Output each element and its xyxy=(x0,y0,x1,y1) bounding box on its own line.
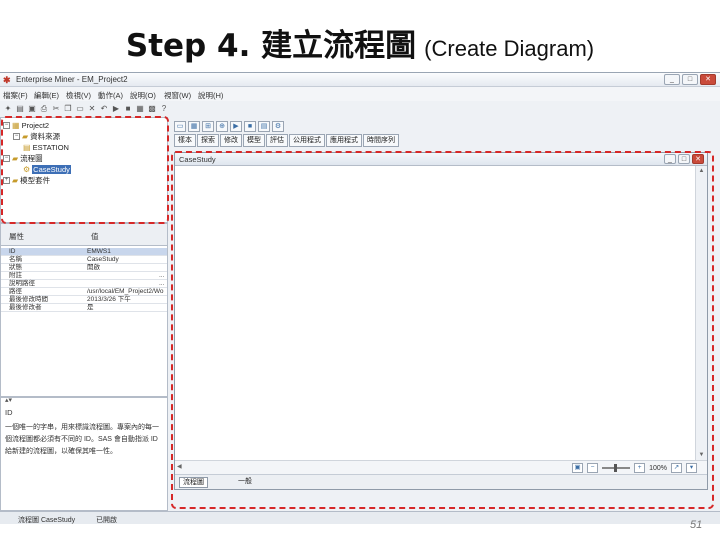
settings-icon[interactable]: ⚙ xyxy=(272,120,284,132)
ellipsis-button[interactable]: ... xyxy=(159,280,164,287)
diagram-toolbar: ▭ ▦ ⊞ ⊕ ▶ ■ ▤ ⚙ xyxy=(174,119,710,133)
tab-applications[interactable]: 應用程式 xyxy=(326,134,362,147)
maximize-button[interactable]: □ xyxy=(682,74,698,85)
status-diagram-label: 流程圖 CaseStudy xyxy=(18,517,76,524)
page-number: 51 xyxy=(690,519,703,531)
window-controls: _ □ ✕ xyxy=(664,74,716,85)
menu-edit[interactable]: 編輯(E) xyxy=(34,90,59,101)
property-row-help-path[interactable]: 說明路徑 ... xyxy=(1,280,167,288)
property-value: 開啟 xyxy=(87,264,100,271)
property-row-id[interactable]: ID EMWS1 xyxy=(1,248,167,256)
description-text: 一個唯一的字串，用來標識流程圖。專案內的每一個流程圖都必須有不同的 ID。SAS… xyxy=(5,424,159,455)
run-icon[interactable]: ▶ xyxy=(111,104,121,114)
layout-icon[interactable]: ⊞ xyxy=(202,120,214,132)
property-value: CaseStudy xyxy=(87,256,119,263)
menu-window[interactable]: 視窗(W) xyxy=(164,90,191,101)
property-name: ID xyxy=(9,248,16,255)
status-text: 已開啟 xyxy=(96,517,117,524)
minimize-button[interactable]: _ xyxy=(664,74,680,85)
menu-help[interactable]: 說明(H) xyxy=(198,90,223,101)
node-category-tabs: 樣本 探索 修改 模型 評估 公用程式 應用程式 時間序列 xyxy=(174,134,710,148)
save-icon[interactable]: ▣ xyxy=(27,104,37,114)
slide-title-main: Step 4. 建立流程圖 xyxy=(125,28,417,64)
tab-utility[interactable]: 公用程式 xyxy=(289,134,325,147)
menu-options[interactable]: 說明(O) xyxy=(130,90,156,101)
property-column-header: 屬性 xyxy=(9,232,24,241)
property-row-last-modified[interactable]: 最後修改時間 2013/3/26 下午 xyxy=(1,296,167,304)
property-row-status[interactable]: 狀態 開啟 xyxy=(1,264,167,272)
property-name: 附註 xyxy=(9,272,22,279)
property-name: 最後修改時間 xyxy=(9,296,48,303)
menu-file[interactable]: 檔案(F) xyxy=(3,90,28,101)
window-title: Enterprise Miner - EM_Project2 xyxy=(16,75,128,84)
new-icon[interactable]: ✦ xyxy=(3,104,13,114)
cut-icon[interactable]: ✂ xyxy=(51,104,61,114)
properties-panel: 屬性 值 ID EMWS1 名稱 CaseStudy 狀態 開啟 附註 ... … xyxy=(0,223,168,397)
property-name: 狀態 xyxy=(9,264,22,271)
tab-modify[interactable]: 修改 xyxy=(220,134,242,147)
open-icon[interactable]: ▤ xyxy=(15,104,25,114)
description-panel: ▴▾ ID 一個唯一的字串，用來標識流程圖。專案內的每一個流程圖都必須有不同的 … xyxy=(0,397,168,511)
property-row-modified-by[interactable]: 最後修改者 是 xyxy=(1,304,167,312)
window-titlebar: ✱ Enterprise Miner - EM_Project2 _ □ ✕ xyxy=(0,73,720,87)
tab-model[interactable]: 模型 xyxy=(243,134,265,147)
app-logo-icon: ✱ xyxy=(3,75,11,85)
tab-explore[interactable]: 探索 xyxy=(197,134,219,147)
property-row-name[interactable]: 名稱 CaseStudy xyxy=(1,256,167,264)
results-icon[interactable]: ▦ xyxy=(135,104,145,114)
slide-title-sub: (Create Diagram) xyxy=(424,36,595,61)
copy-icon[interactable]: ❐ xyxy=(63,104,73,114)
ellipsis-button[interactable]: ... xyxy=(159,272,164,279)
paste-icon[interactable]: ▭ xyxy=(75,104,85,114)
menu-bar: 檔案(F) 編輯(E) 檢視(V) 動作(A) 說明(O) 視窗(W) 說明(H… xyxy=(0,87,720,101)
properties-header: 屬性 值 xyxy=(1,224,167,246)
property-name: 路徑 xyxy=(9,288,22,295)
results-icon[interactable]: ▤ xyxy=(258,120,270,132)
run-icon[interactable]: ▶ xyxy=(230,120,242,132)
highlight-box-project-tree xyxy=(1,116,169,224)
menu-action[interactable]: 動作(A) xyxy=(98,90,123,101)
value-column-header: 值 xyxy=(91,232,99,241)
highlight-box-diagram-workspace xyxy=(171,151,714,509)
delete-icon[interactable]: ✕ xyxy=(87,104,97,114)
property-row-path[interactable]: 路徑 /usr/local/EM_Project2/Wo xyxy=(1,288,167,296)
stop-icon[interactable]: ■ xyxy=(123,104,133,114)
help-icon[interactable]: ? xyxy=(159,104,169,114)
tab-sample[interactable]: 樣本 xyxy=(174,134,196,147)
slide-title: Step 4. 建立流程圖 (Create Diagram) xyxy=(0,20,720,64)
description-title: ID xyxy=(5,408,13,417)
property-value: 2013/3/26 下午 xyxy=(87,296,131,303)
stop-icon[interactable]: ■ xyxy=(244,120,256,132)
menu-view[interactable]: 檢視(V) xyxy=(66,90,91,101)
property-value: EMWS1 xyxy=(87,248,111,255)
property-row-notes[interactable]: 附註 ... xyxy=(1,272,167,280)
tab-assess[interactable]: 評估 xyxy=(266,134,288,147)
tab-time-series[interactable]: 時間序列 xyxy=(363,134,399,147)
grid-icon[interactable]: ▦ xyxy=(188,120,200,132)
print-icon[interactable]: ⎙ xyxy=(39,104,49,114)
close-button[interactable]: ✕ xyxy=(700,74,716,85)
select-icon[interactable]: ▭ xyxy=(174,120,186,132)
grid-icon[interactable]: ▩ xyxy=(147,104,157,114)
undo-icon[interactable]: ↶ xyxy=(99,104,109,114)
property-name: 名稱 xyxy=(9,256,22,263)
status-bar: 流程圖 CaseStudy 已開啟 xyxy=(0,511,720,524)
property-value: 是 xyxy=(87,304,94,311)
collapse-arrows-icon[interactable]: ▴▾ xyxy=(5,396,12,404)
property-value: /usr/local/EM_Project2/Wo xyxy=(87,288,164,295)
property-name: 最後修改者 xyxy=(9,304,42,311)
zoom-icon[interactable]: ⊕ xyxy=(216,120,228,132)
property-name: 說明路徑 xyxy=(9,280,35,287)
main-toolbar: ✦ ▤ ▣ ⎙ ✂ ❐ ▭ ✕ ↶ ▶ ■ ▦ ▩ ? xyxy=(0,101,240,117)
